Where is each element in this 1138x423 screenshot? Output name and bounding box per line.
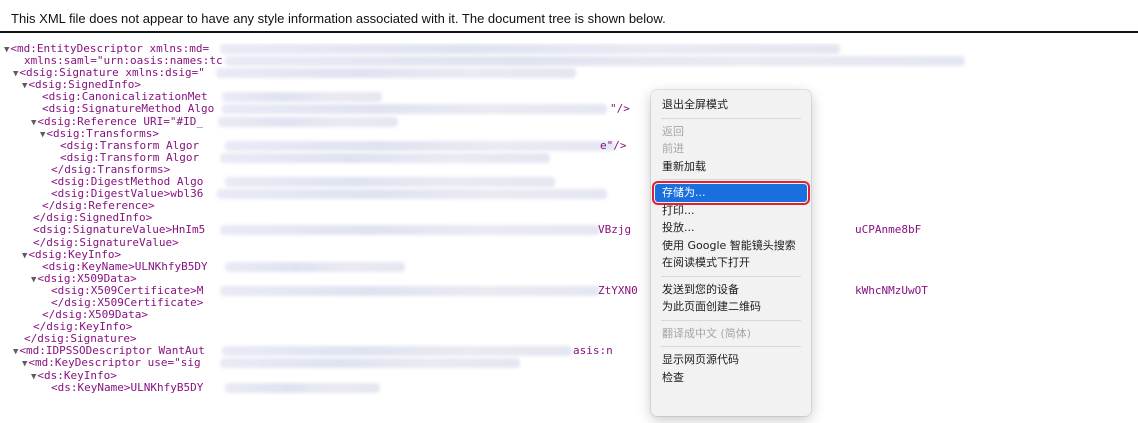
menu-item[interactable]: 存储为... [652,181,810,205]
xml-text: </dsig:KeyInfo> [33,320,133,334]
xml-text: <dsig:SignedInfo> [28,78,142,92]
menu-item[interactable]: 在阅读模式下打开 [651,254,811,272]
xml-line: </dsig:KeyInfo> [0,321,1138,333]
xml-text: <dsig:Transform Algor [60,138,200,152]
redacted-region [225,177,555,188]
xml-text-tail: e"/> [600,138,627,152]
xml-text: </dsig:Signature> [24,332,137,346]
xml-text: <dsig:SignatureValue>HnIm5 [33,223,206,237]
xml-text: <dsig:X509Data> [37,271,137,285]
xml-text-tail: VBzjg [598,223,632,237]
redacted-region [217,189,607,200]
collapse-toggle-icon[interactable]: ▼ [40,130,45,140]
menu-item: 返回 [662,124,684,138]
menu-item[interactable]: 显示网页源代码 [651,351,811,369]
xml-text: <dsig:Reference URI="#ID_ [37,114,203,128]
context-menu: 退出全屏模式返回前进重新加载存储为... 打印... 投放... 使用 Google … [651,90,811,416]
menu-separator [661,179,801,180]
xml-style-notice: This XML file does not appear to have an… [0,0,1138,33]
xml-text: <dsig:DigestValue>wbl36 [51,187,204,201]
redacted-region [216,68,576,79]
xml-text: <ds:KeyInfo> [37,368,117,382]
xml-line: ▼<md:KeyDescriptor use="sig [0,357,1138,369]
xml-text-tail: uCPAnme8bF [855,223,922,237]
xml-text: </dsig:Transforms> [51,162,171,176]
redacted-region [220,285,600,296]
xml-text: <dsig:KeyName>ULNKhfyB5DY [42,259,208,273]
redacted-region [225,140,615,151]
xml-line: ▼<dsig:Reference URI="#ID_ [0,114,1138,128]
xml-text: <dsig:DigestMethod Algo [51,175,204,189]
xml-text: </dsig:Reference> [42,199,155,213]
menu-separator [661,275,801,277]
xml-line: <dsig:DigestValue>wbl36 [0,188,1138,200]
xml-line: <ds:KeyName>ULNKhfyB5DY [0,380,1138,394]
menu-item[interactable]: 退出全屏模式 [651,96,811,114]
xml-line: ▼<dsig:Signature xmlns:dsig=" [0,67,1138,79]
xml-text: </dsig:X509Data> [42,308,148,322]
xml-text-tail: kWhcNMzUwOT [855,283,928,297]
redacted-region [222,104,607,115]
menu-separator [661,117,801,119]
menu-item[interactable]: 重新加载 [651,158,811,176]
menu-item[interactable]: 检查 [651,369,811,387]
xml-document-tree: ▼<md:EntityDescriptor xmlns:md= xmlns:sam… [0,43,1138,423]
collapse-toggle-icon[interactable]: ▼ [13,347,18,357]
menu-separator [661,319,801,321]
redacted-region [225,56,965,67]
xml-text: <dsig:Transforms> [46,126,160,140]
redacted-region [222,346,572,357]
menu-separator [661,346,801,347]
xml-text: <dsig:Transform Algor [60,150,200,164]
redacted-region [220,358,520,369]
collapse-toggle-icon[interactable]: ▼ [13,69,18,79]
xml-text: </dsig:SignedInfo> [33,211,153,225]
xml-text: <dsig:X509Certificate>M [51,283,204,297]
xml-text-tail: ZtYXN0 [598,283,638,297]
collapse-toggle-icon[interactable]: ▼ [22,251,27,261]
xml-line: <dsig:Transform Algor [0,150,1138,164]
xml-text-tail: "/> [610,102,630,116]
xml-line: </dsig:SignatureValue> [0,235,1138,249]
collapse-toggle-icon[interactable]: ▼ [4,45,9,55]
xml-text: <dsig:SignatureMethod Algo [42,102,215,116]
xml-text-tail: asis:n [573,344,613,358]
redacted-region [222,92,382,103]
collapse-toggle-icon[interactable]: ▼ [31,275,36,285]
xml-line: <dsig:KeyName>ULNKhfyB5DY [0,259,1138,273]
redacted-region [225,261,405,272]
xml-line: </dsig:X509Data> [0,309,1138,321]
xml-text: xmlns:saml="urn:oasis:names:tc [24,54,223,68]
redacted-region [220,225,600,236]
menu-item[interactable]: 为此页面创建二维码 [651,298,811,316]
xml-line: </dsig:X509Certificate> [0,295,1138,309]
menu-item[interactable]: 发送到您的设备 [651,281,811,299]
menu-item: 前进 [662,142,684,155]
xml-line: </dsig:Reference> [0,200,1138,212]
collapse-toggle-icon[interactable]: ▼ [31,118,36,128]
xml-text: <md:IDPSSODescriptor WantAut [19,344,205,358]
collapse-toggle-icon[interactable]: ▼ [31,372,36,382]
menu-item[interactable]: 投放... [651,219,811,237]
xml-text: <dsig:Signature xmlns:dsig=" [19,66,205,80]
xml-text: </dsig:X509Certificate> [51,295,204,309]
collapse-toggle-icon[interactable]: ▼ [22,359,27,369]
menu-item[interactable]: 打印... [651,202,811,220]
redacted-region [220,152,550,163]
menu-item[interactable]: 使用 Google 智能镜头搜索 [651,237,811,255]
xml-text: <dsig:CanonicalizationMet [42,90,208,104]
menu-item: 翻译成中文 (简体) [662,326,752,340]
xml-text: <dsig:KeyInfo> [28,247,122,261]
redacted-region [220,44,840,54]
xml-text: </dsig:SignatureValue> [33,235,179,249]
redacted-region [225,382,380,393]
redacted-region [218,116,398,127]
xml-text: <md:KeyDescriptor use="sig [28,356,201,370]
collapse-toggle-icon[interactable]: ▼ [22,81,27,91]
xml-text: <ds:KeyName>ULNKhfyB5DY [51,380,204,394]
